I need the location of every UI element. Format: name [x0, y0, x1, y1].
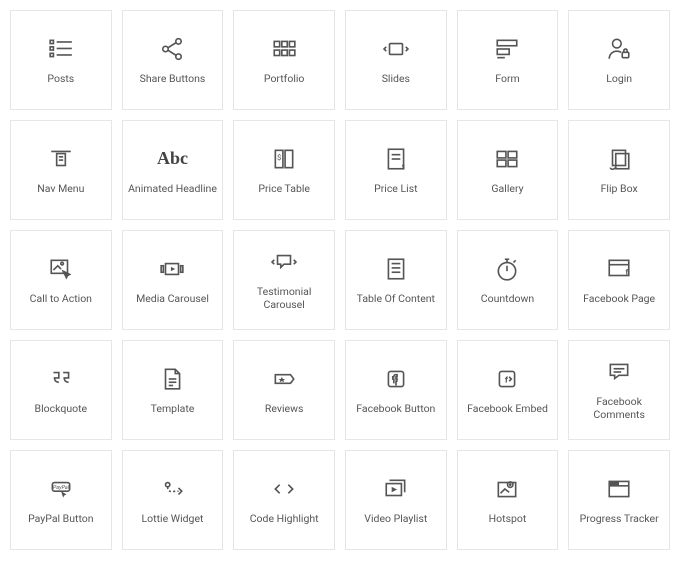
hotspot-icon [493, 475, 521, 503]
widget-label: Blockquote [35, 403, 88, 416]
widget-login[interactable]: Login [568, 10, 670, 110]
widget-label: Form [495, 73, 519, 86]
widget-label: Animated Headline [128, 183, 217, 196]
flip-icon [605, 145, 633, 173]
widget-grid: Posts Share Buttons Portfolio Slides For… [10, 10, 670, 550]
stopwatch-icon [493, 255, 521, 283]
widget-label: Facebook Embed [467, 403, 548, 416]
share-icon [158, 35, 186, 63]
widget-label: Code Highlight [250, 513, 319, 526]
testimonial-icon [270, 248, 298, 276]
widget-label: Media Carousel [136, 293, 209, 306]
widget-label: Testimonial Carousel [238, 286, 330, 311]
widget-lottie-widget[interactable]: Lottie Widget [122, 450, 224, 550]
widget-template[interactable]: Template [122, 340, 224, 440]
widget-label: Facebook Comments [573, 396, 665, 421]
widget-nav-menu[interactable]: Nav Menu [10, 120, 112, 220]
widget-hotspot[interactable]: Hotspot [457, 450, 559, 550]
slides-icon [382, 35, 410, 63]
widget-paypal-button[interactable]: PayPal PayPal Button [10, 450, 112, 550]
fb-page-icon: f [605, 255, 633, 283]
widget-label: Reviews [265, 403, 304, 416]
svg-text:PayPal: PayPal [53, 485, 70, 491]
widget-label: Nav Menu [37, 183, 84, 196]
widget-call-to-action[interactable]: Call to Action [10, 230, 112, 330]
widget-label: Hotspot [489, 513, 527, 526]
svg-text:f: f [505, 375, 509, 385]
widget-portfolio[interactable]: Portfolio [233, 10, 335, 110]
widget-label: Portfolio [264, 73, 305, 86]
widget-flip-box[interactable]: Flip Box [568, 120, 670, 220]
widget-label: Share Buttons [140, 73, 206, 86]
user-lock-icon [605, 35, 633, 63]
widget-label: Template [151, 403, 195, 416]
widget-countdown[interactable]: Countdown [457, 230, 559, 330]
paypal-icon: PayPal [47, 475, 75, 503]
widget-label: Video Playlist [364, 513, 427, 526]
widget-label: Posts [47, 73, 74, 86]
progress-icon [605, 475, 633, 503]
svg-text:$: $ [277, 153, 281, 162]
list-icon [47, 35, 75, 63]
svg-text:f: f [626, 267, 629, 276]
fb-embed-icon: f [493, 365, 521, 393]
widget-facebook-button[interactable]: Facebook Button [345, 340, 447, 440]
widget-animated-headline[interactable]: Abc Animated Headline [122, 120, 224, 220]
widget-price-table[interactable]: $ Price Table [233, 120, 335, 220]
widget-blockquote[interactable]: Blockquote [10, 340, 112, 440]
grid-icon [270, 35, 298, 63]
widget-label: Price List [374, 183, 417, 196]
code-icon [270, 475, 298, 503]
widget-reviews[interactable]: Reviews [233, 340, 335, 440]
widget-label: Flip Box [601, 183, 638, 196]
widget-label: Facebook Button [356, 403, 435, 416]
widget-share-buttons[interactable]: Share Buttons [122, 10, 224, 110]
widget-label: PayPal Button [28, 513, 94, 526]
widget-testimonial-carousel[interactable]: Testimonial Carousel [233, 230, 335, 330]
widget-label: Login [606, 73, 632, 86]
widget-label: Table Of Content [357, 293, 435, 306]
toc-icon [382, 255, 410, 283]
gallery-icon [493, 145, 521, 173]
playlist-icon [382, 475, 410, 503]
widget-facebook-page[interactable]: f Facebook Page [568, 230, 670, 330]
widget-facebook-embed[interactable]: f Facebook Embed [457, 340, 559, 440]
widget-video-playlist[interactable]: Video Playlist [345, 450, 447, 550]
widget-label: Price Table [258, 183, 310, 196]
widget-posts[interactable]: Posts [10, 10, 112, 110]
fb-comments-icon [605, 358, 633, 386]
quote-icon [47, 365, 75, 393]
form-icon [493, 35, 521, 63]
carousel-icon [158, 255, 186, 283]
document-icon [158, 365, 186, 393]
widget-label: Countdown [481, 293, 534, 306]
widget-facebook-comments[interactable]: Facebook Comments [568, 340, 670, 440]
star-tag-icon [270, 365, 298, 393]
widget-label: Gallery [491, 183, 523, 196]
price-table-icon: $ [270, 145, 298, 173]
widget-table-of-content[interactable]: Table Of Content [345, 230, 447, 330]
lottie-icon [158, 475, 186, 503]
widget-media-carousel[interactable]: Media Carousel [122, 230, 224, 330]
widget-code-highlight[interactable]: Code Highlight [233, 450, 335, 550]
price-list-icon: $ [382, 145, 410, 173]
widget-label: Call to Action [30, 293, 92, 306]
widget-label: Lottie Widget [142, 513, 204, 526]
widget-progress-tracker[interactable]: Progress Tracker [568, 450, 670, 550]
svg-text:$: $ [401, 162, 405, 170]
widget-label: Facebook Page [583, 293, 655, 306]
widget-label: Slides [382, 73, 410, 86]
widget-gallery[interactable]: Gallery [457, 120, 559, 220]
fb-like-icon [382, 365, 410, 393]
abc-icon: Abc [158, 145, 186, 173]
widget-label: Progress Tracker [580, 513, 659, 526]
cta-icon [47, 255, 75, 283]
widget-slides[interactable]: Slides [345, 10, 447, 110]
widget-form[interactable]: Form [457, 10, 559, 110]
nav-icon [47, 145, 75, 173]
widget-price-list[interactable]: $ Price List [345, 120, 447, 220]
